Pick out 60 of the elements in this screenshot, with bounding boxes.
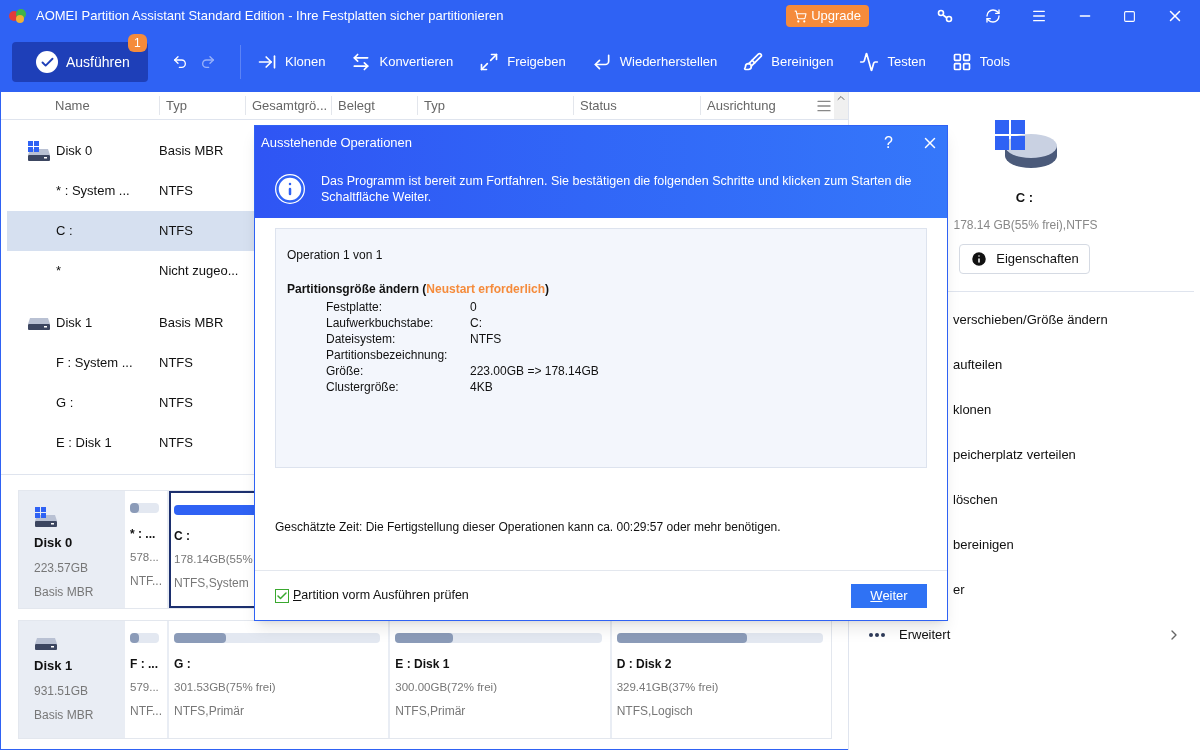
detail-value: 4KB — [470, 379, 493, 394]
detail-label: Größe: — [326, 363, 365, 378]
table-cell-text: Nicht zugeo... — [159, 262, 240, 281]
disk-type: Basis MBR — [34, 706, 95, 724]
info-message: Das Programm ist bereit zum Fortfahren. Sie bestätigen die folgenden Schritte und klicken zum Starten die Schaltfläche Weiter. — [321, 173, 913, 205]
disk-name: Disk 0 — [34, 534, 74, 552]
partition-size: 300.00GB(72% frei) — [395, 680, 497, 695]
partition-title: C : — [1015, 189, 1034, 207]
partition-name: G : — [174, 656, 191, 673]
disk-name: Disk 1 — [34, 657, 74, 675]
table-cell-text: NTFS — [159, 354, 194, 373]
partition-name: * : ... — [130, 526, 156, 543]
detail-label: Laufwerkbuchstabe: — [326, 315, 435, 330]
partition-filesystem: NTF... — [130, 573, 162, 591]
table-cell-text: Basis MBR — [159, 314, 225, 333]
detail-value: 223.00GB => 178.14GB — [470, 363, 599, 378]
partition-name: E : Disk 1 — [395, 656, 450, 673]
dialog-title: Ausstehende Operationen — [261, 134, 414, 153]
pending-count-badge: 1 — [128, 34, 147, 52]
operation-counter: Operation 1 von 1 — [287, 247, 384, 264]
table-cell-text: G : — [56, 394, 75, 413]
detail-value: NTFS — [470, 331, 502, 346]
partition-size: 579... — [130, 680, 159, 695]
table-cell-text: NTFS — [159, 434, 194, 453]
table-cell-text: NTFS — [159, 182, 194, 201]
table-cell-text: Disk 1 — [56, 314, 94, 333]
table-cell-text: E : Disk 1 — [56, 434, 113, 453]
partition-filesystem: NTFS,Primär — [395, 703, 466, 721]
partition-name: F : ... — [130, 656, 158, 673]
detail-label: Partitionsbezeichnung: — [326, 347, 449, 362]
partition-detail: 178.14 GB(55% frei),NTFS — [953, 216, 1098, 234]
disk-type: Basis MBR — [34, 583, 95, 601]
partition-filesystem: NTFS,Primär — [174, 703, 244, 721]
partition-filesystem: NTF... — [130, 703, 162, 721]
table-cell-text: Disk 0 — [56, 142, 94, 161]
detail-label: Dateisystem: — [326, 331, 397, 346]
table-cell-text: C : — [56, 222, 74, 241]
estimate-text: Geschätzte Zeit: Die Fertigstellung dieser Operationen kann ca. 00:29:57 oder mehr benötigen. — [275, 520, 781, 534]
detail-label: Clustergröße: — [326, 379, 400, 394]
partition-filesystem: NTFS,System — [174, 575, 249, 593]
partition-size: 178.14GB(55% — [174, 552, 253, 567]
partition-filesystem: NTFS,Logisch — [616, 703, 693, 721]
table-cell-text: Basis MBR — [159, 142, 225, 161]
detail-label: Festplatte: — [326, 299, 384, 314]
window-title: AOMEI Partition Assistant Standard Edition - Ihre Festplatten sicher partitionieren — [36, 7, 504, 26]
disk-size: 931.51GB — [34, 682, 90, 700]
disk-size: 223.57GB — [34, 559, 90, 577]
operation-title: Partitionsgröße ändern (Neustart erforderlich) — [287, 281, 551, 298]
detail-value: C: — [470, 315, 482, 330]
detail-value: 0 — [470, 299, 477, 314]
partition-size: 578... — [130, 550, 159, 565]
table-cell-text: F : System ... — [56, 354, 134, 373]
table-cell-text: NTFS — [159, 222, 194, 241]
partition-size: 329.41GB(37% frei) — [616, 680, 719, 695]
partition-name: C : — [174, 528, 190, 545]
table-cell-text: * : System ... — [56, 182, 131, 201]
table-cell-text: * — [56, 262, 63, 281]
partition-name: D : Disk 2 — [616, 656, 672, 673]
partition-size: 301.53GB(75% frei) — [174, 680, 276, 695]
table-cell-text: NTFS — [159, 394, 194, 413]
